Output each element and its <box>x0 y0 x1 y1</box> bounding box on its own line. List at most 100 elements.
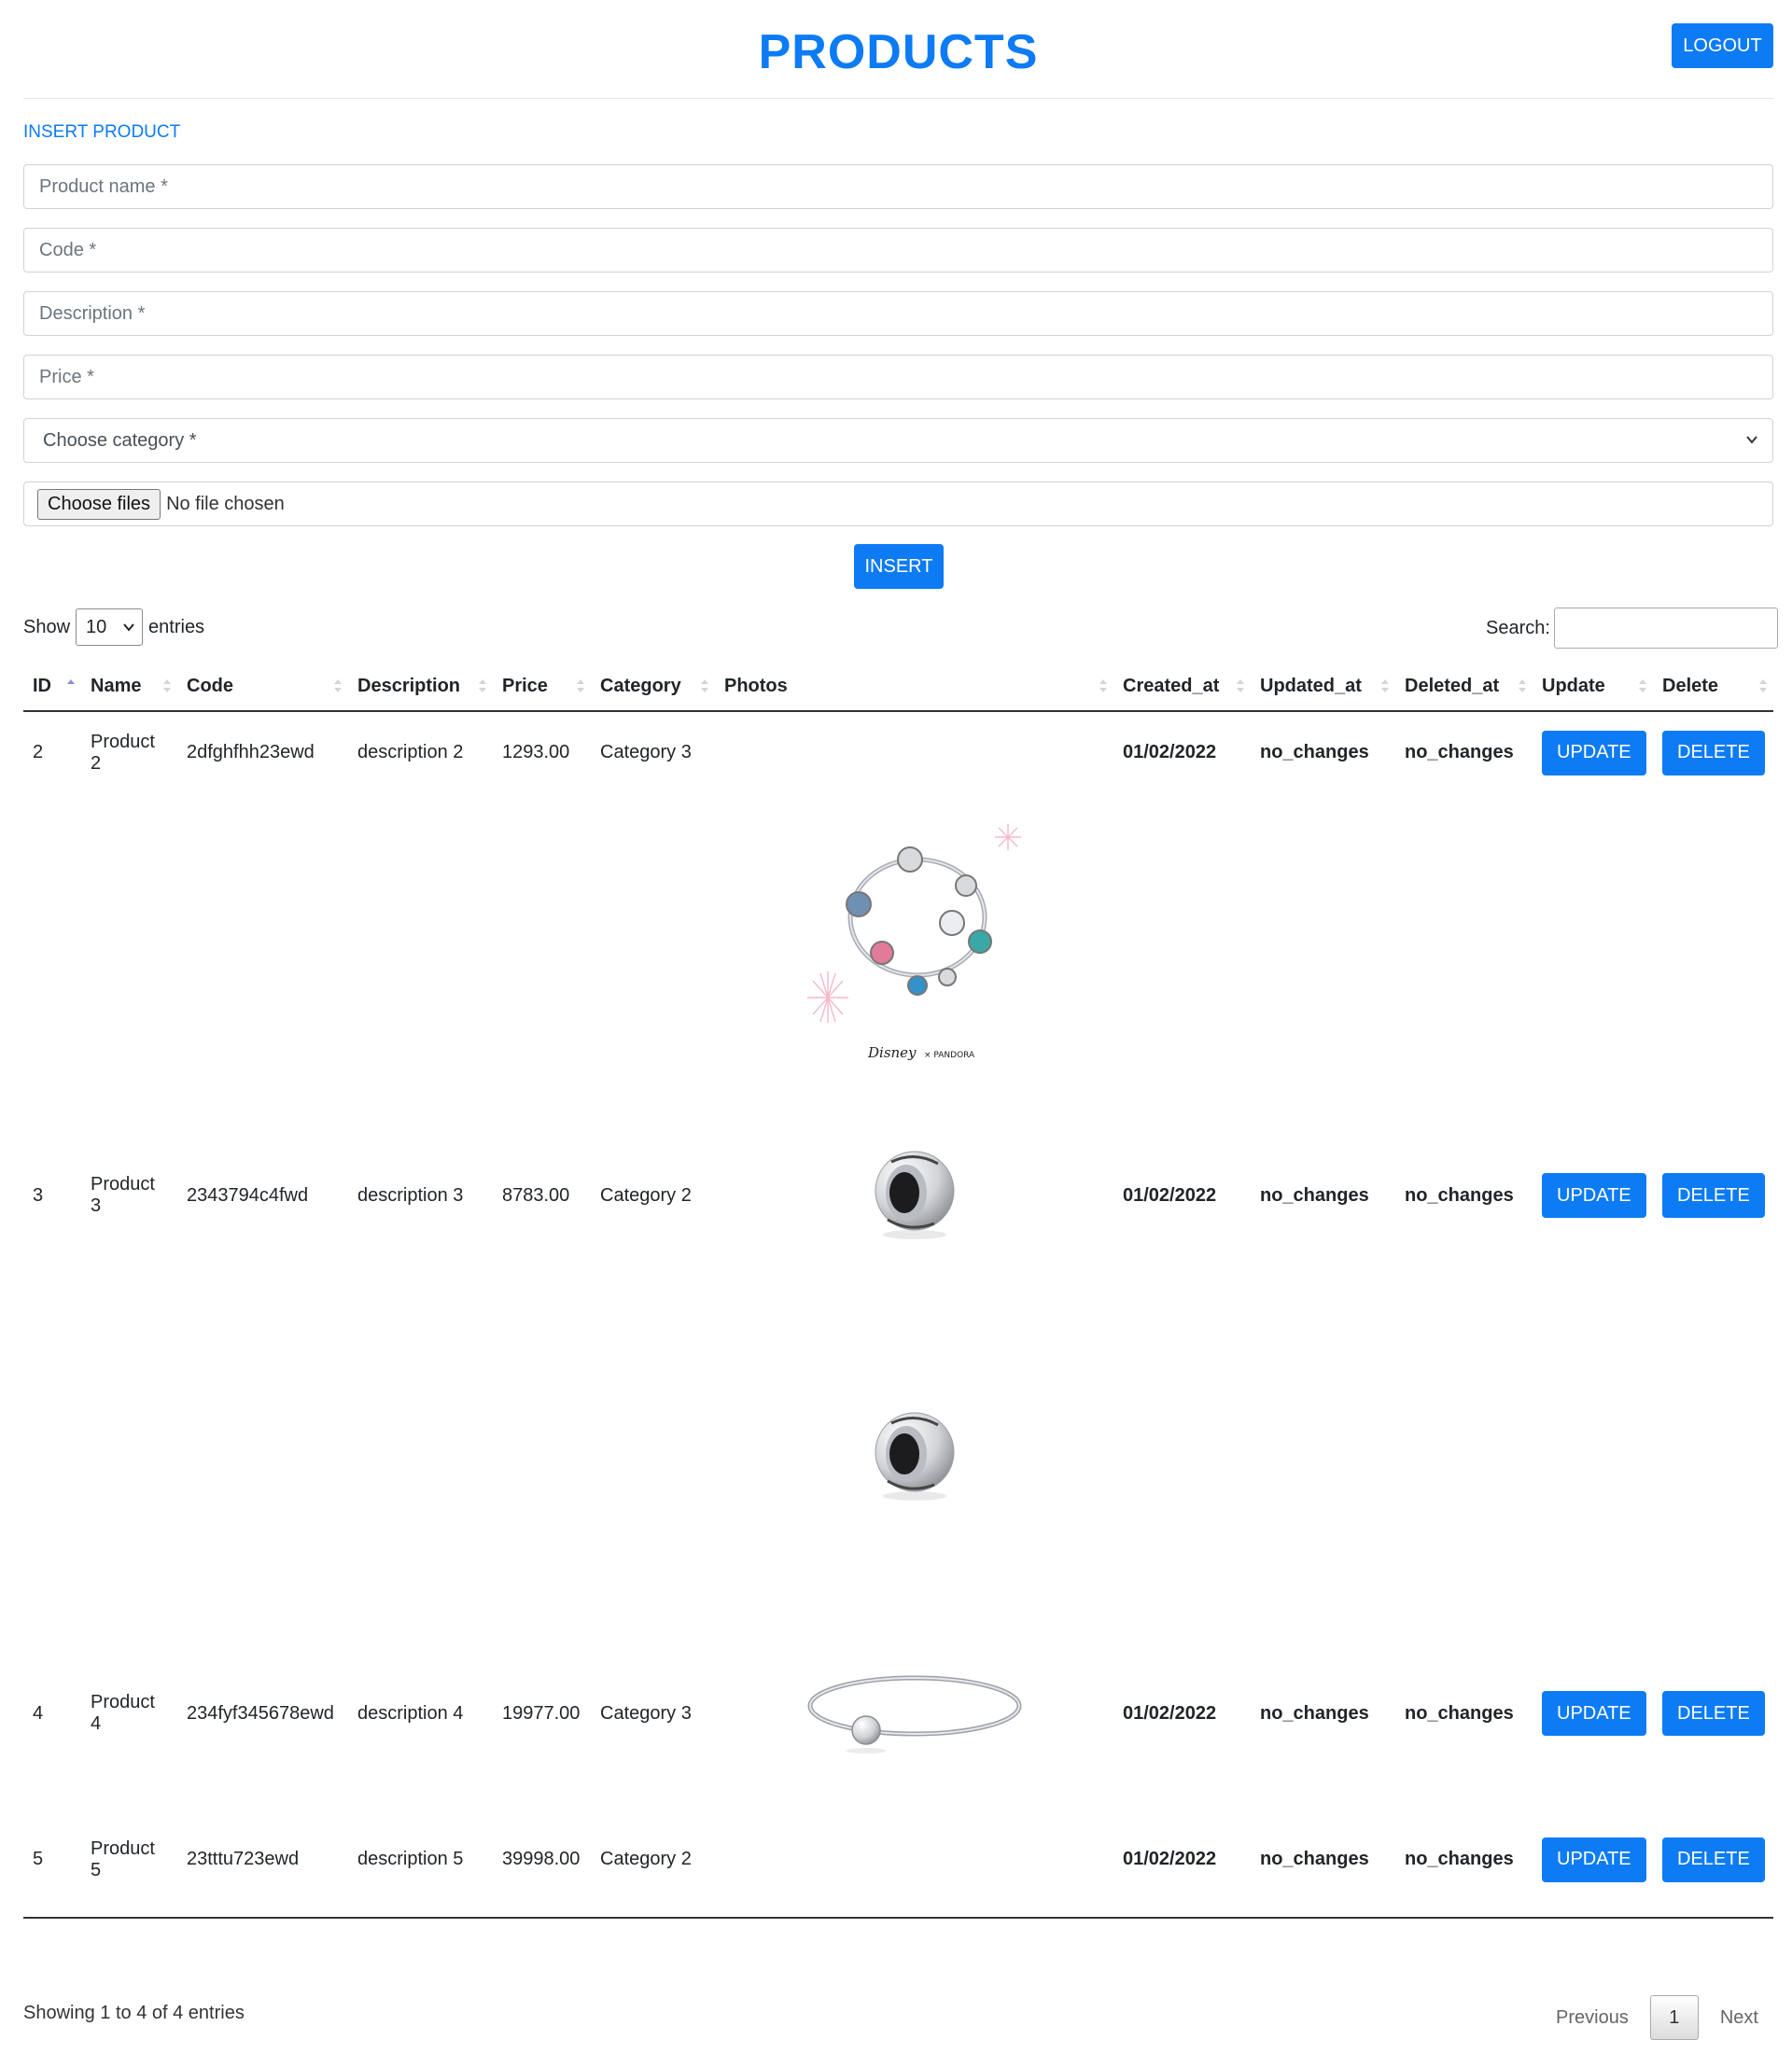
category-select[interactable]: Choose category * <box>23 418 1773 463</box>
cell-created-at: 01/02/2022 <box>1123 1184 1217 1206</box>
clip-charm-photo <box>874 1411 955 1502</box>
table-row: 5 Product 5 23tttu723ewd description 5 3… <box>23 1802 1773 1919</box>
charm-bracelet-photo: Disney × PANDORA <box>806 812 1022 1083</box>
next-page-button[interactable]: Next <box>1699 2007 1780 2029</box>
entries-length-value: 10 <box>86 616 107 637</box>
cell-created-at: 01/02/2022 <box>1113 1802 1251 1919</box>
cell-description: description 2 <box>357 742 464 762</box>
update-button[interactable]: UPDATE <box>1542 730 1646 775</box>
column-header-update[interactable]: Update <box>1533 663 1653 712</box>
cell-code: 2343794c4fwd <box>187 1184 309 1206</box>
page-header: PRODUCTS LOGOUT <box>23 0 1773 99</box>
column-header-deleted-at[interactable]: Deleted_at <box>1395 663 1533 712</box>
price-input[interactable] <box>23 355 1773 399</box>
svg-text:× PANDORA: × PANDORA <box>924 1051 975 1060</box>
column-header-name[interactable]: Name <box>81 663 177 712</box>
cell-description: description 5 <box>348 1802 493 1919</box>
sort-icon <box>1639 679 1646 692</box>
cell-created-at: 01/02/2022 <box>1123 1702 1217 1724</box>
column-header-price[interactable]: Price <box>493 663 591 712</box>
table-row: 4 Product 4 234fyf345678ewd description … <box>23 1625 1773 1802</box>
cell-id: 5 <box>23 1802 81 1919</box>
cell-id: 3 <box>33 1184 44 1206</box>
column-header-created-at[interactable]: Created_at <box>1113 663 1251 712</box>
table-row: 3 Product 3 2343794c4fwd description 3 8… <box>23 1102 1773 1289</box>
cell-price: 19977.00 <box>502 1702 581 1724</box>
bangle-photo <box>807 1675 1021 1754</box>
cell-photos <box>715 711 1113 793</box>
cell-category: Category 3 <box>600 1702 692 1724</box>
choose-files-button[interactable]: Choose files <box>37 488 161 520</box>
table-row-photos: Disney × PANDORA <box>23 793 1773 1102</box>
table-row-photos <box>23 1289 1773 1625</box>
sort-icon <box>163 679 171 692</box>
cell-updated-at: no_changes <box>1260 1702 1369 1724</box>
insert-product-heading: INSERT PRODUCT <box>23 122 181 142</box>
sort-icon <box>1099 679 1107 692</box>
cell-id: 2 <box>33 742 44 762</box>
delete-button[interactable]: DELETE <box>1662 1691 1765 1736</box>
sort-icon <box>1381 679 1389 692</box>
sort-icon <box>701 679 708 692</box>
cell-id: 4 <box>33 1702 44 1724</box>
photo-cell <box>715 1625 1113 1802</box>
search-input[interactable] <box>1553 608 1778 649</box>
cell-code: 234fyf345678ewd <box>187 1702 334 1724</box>
cell-deleted-at: no_changes <box>1405 1184 1514 1206</box>
logout-button[interactable]: LOGOUT <box>1672 23 1773 68</box>
sort-asc-icon <box>67 679 75 684</box>
cell-updated-at: no_changes <box>1251 1802 1395 1919</box>
table-row: 2 Product 2 2dfghfhh23ewd description 2 … <box>23 711 1773 793</box>
sort-icon <box>577 679 584 692</box>
update-button[interactable]: UPDATE <box>1542 1837 1646 1882</box>
length-control: Show 10 entries <box>23 608 204 646</box>
cell-category: Category 2 <box>591 1802 715 1919</box>
cell-price: 1293.00 <box>502 742 570 762</box>
delete-button[interactable]: DELETE <box>1662 1837 1765 1882</box>
cell-description: description 3 <box>357 1184 464 1206</box>
cell-updated-at: no_changes <box>1260 742 1369 762</box>
cell-category: Category 3 <box>600 742 692 762</box>
page-button-current[interactable]: 1 <box>1649 1995 1699 2040</box>
sort-icon <box>1519 679 1526 692</box>
table-header-row: ID Name Code Description Price Category … <box>23 663 1773 712</box>
column-header-code[interactable]: Code <box>177 663 348 712</box>
show-label: Show <box>23 616 71 637</box>
cell-deleted-at: no_changes <box>1405 1702 1514 1724</box>
sort-icon <box>479 679 486 692</box>
update-button[interactable]: UPDATE <box>1542 1691 1646 1736</box>
column-header-updated-at[interactable]: Updated_at <box>1251 663 1395 712</box>
entries-length-select[interactable]: 10 <box>76 608 144 646</box>
column-header-delete[interactable]: Delete <box>1653 663 1773 712</box>
delete-button[interactable]: DELETE <box>1662 730 1765 775</box>
product-name-input[interactable] <box>23 164 1773 209</box>
chevron-down-icon <box>123 623 134 632</box>
column-header-category[interactable]: Category <box>591 663 715 712</box>
cell-name: Product 5 <box>81 1802 177 1919</box>
update-button[interactable]: UPDATE <box>1542 1173 1646 1218</box>
previous-page-button[interactable]: Previous <box>1534 2007 1650 2029</box>
cell-deleted-at: no_changes <box>1405 742 1514 762</box>
cell-name: Product 4 <box>91 1692 155 1734</box>
sort-icon <box>1759 679 1767 692</box>
chevron-down-icon <box>1746 436 1757 444</box>
cell-photos <box>715 1802 1113 1919</box>
insert-button[interactable]: INSERT <box>854 544 944 589</box>
cell-name: Product 2 <box>91 731 155 774</box>
pagination: Previous 1 Next <box>1534 1995 1780 2040</box>
column-header-photos[interactable]: Photos <box>715 663 1113 712</box>
entries-label: entries <box>148 616 205 637</box>
cell-created-at: 01/02/2022 <box>1123 742 1217 762</box>
photo-cell <box>715 1102 1113 1289</box>
description-input[interactable] <box>23 291 1773 336</box>
code-input[interactable] <box>23 228 1773 272</box>
category-select-value: Choose category * <box>43 429 197 451</box>
cell-price: 8783.00 <box>502 1184 570 1206</box>
column-header-id[interactable]: ID <box>23 663 81 712</box>
column-header-description[interactable]: Description <box>348 663 493 712</box>
delete-button[interactable]: DELETE <box>1662 1173 1765 1218</box>
file-status-text: No file chosen <box>166 493 285 514</box>
cell-description: description 4 <box>357 1702 464 1724</box>
photos-file-input[interactable]: Choose files No file chosen <box>23 482 1773 526</box>
cell-name: Product 3 <box>91 1174 155 1216</box>
